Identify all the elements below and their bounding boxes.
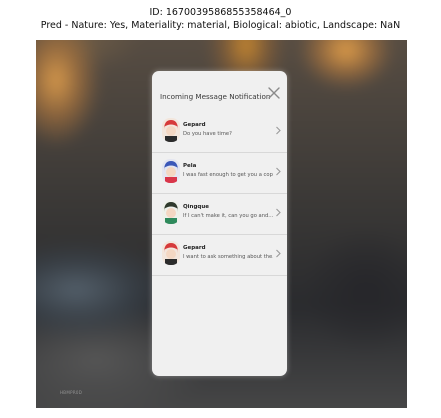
message-sender: Qingque (183, 204, 209, 210)
notification-title: Incoming Message Notification (160, 92, 271, 101)
game-screenshot: HBMPR0D Incoming Message Notification Ge… (36, 40, 407, 408)
image-caption-id: ID: 1670039586855358464_0 (149, 7, 292, 18)
close-icon (268, 87, 280, 99)
avatar (162, 159, 180, 183)
message-preview: I want to ask something about the... (183, 254, 273, 260)
message-preview: Do you have time? (183, 131, 232, 137)
message-list: Gepard Do you have time? Pela I was fast (152, 112, 287, 276)
message-item-gepard-1[interactable]: Gepard Do you have time? (152, 112, 287, 153)
message-item-gepard-2[interactable]: Gepard I want to ask something about the… (152, 235, 287, 276)
notification-header: Incoming Message Notification (152, 71, 287, 111)
message-sender: Pela (183, 163, 197, 169)
avatar (162, 200, 180, 224)
chevron-right-icon (275, 208, 282, 217)
message-sender: Gepard (183, 122, 206, 128)
avatar (162, 118, 180, 142)
watermark: HBMPR0D (60, 390, 83, 395)
message-notification-panel: Incoming Message Notification Gepard Do … (152, 71, 287, 376)
message-item-pela[interactable]: Pela I was fast enough to get you a copy… (152, 153, 287, 194)
chevron-right-icon (275, 167, 282, 176)
message-sender: Gepard (183, 245, 206, 251)
message-item-qingque[interactable]: Qingque If I can't make it, can you go a… (152, 194, 287, 235)
chevron-right-icon (275, 126, 282, 135)
message-preview: If I can't make it, can you go and... (183, 213, 273, 219)
image-caption-prediction: Pred - Nature: Yes, Materiality: materia… (40, 20, 401, 31)
message-preview: I was fast enough to get you a copy too (183, 172, 273, 178)
chevron-right-icon (275, 249, 282, 258)
close-button[interactable] (267, 86, 281, 100)
avatar (162, 241, 180, 265)
